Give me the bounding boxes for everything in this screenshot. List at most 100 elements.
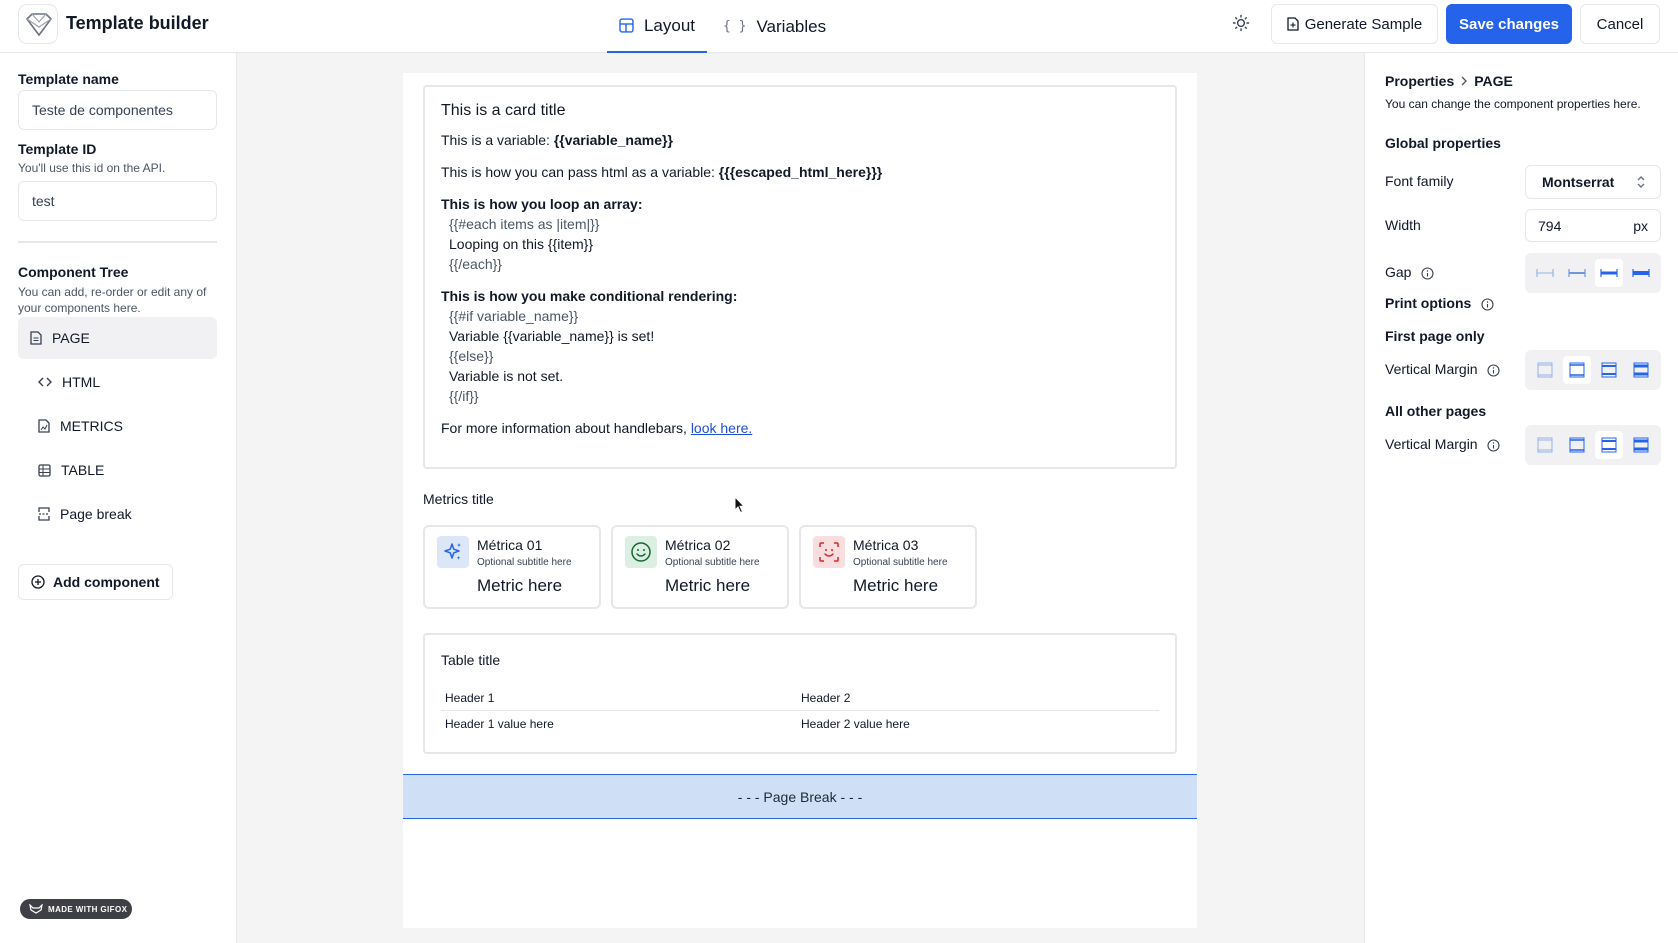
info-icon[interactable]	[1481, 298, 1494, 311]
margin-option[interactable]	[1627, 356, 1655, 384]
page-break-icon	[38, 507, 50, 521]
conditional-line: {{#if variable_name}}	[449, 308, 579, 324]
layout-icon	[619, 18, 634, 33]
tab-variables[interactable]: { } Variables	[711, 0, 838, 53]
table-cell: Header 2 value here	[801, 717, 910, 731]
margin-option[interactable]	[1595, 356, 1623, 384]
loop-line: {{/each}}	[449, 256, 502, 272]
metric-subtitle: Optional subtitle here	[665, 557, 760, 568]
tree-item-label: Page break	[60, 506, 132, 522]
metric-card[interactable]: Métrica 01 Optional subtitle here Metric…	[423, 525, 601, 609]
component-tree-title: Component Tree	[18, 264, 129, 280]
tree-item-metrics[interactable]: METRICS	[18, 405, 217, 447]
breadcrumb-root[interactable]: Properties	[1385, 73, 1454, 89]
metric-card[interactable]: Métrica 02 Optional subtitle here Metric…	[611, 525, 789, 609]
margin-option[interactable]	[1531, 356, 1559, 384]
margin-option-selected[interactable]	[1563, 356, 1591, 384]
plus-circle-icon	[31, 575, 45, 589]
tree-item-label: PAGE	[52, 330, 90, 346]
metric-value: Metric here	[665, 576, 751, 595]
gap-selector[interactable]	[1525, 253, 1661, 293]
tree-item-page[interactable]: PAGE	[18, 317, 217, 359]
page-break-component[interactable]: - - - Page Break - - -	[403, 774, 1197, 819]
chevron-up-down-icon	[1637, 176, 1645, 188]
other-pages-margin-selector[interactable]	[1525, 425, 1661, 465]
tree-item-page-break[interactable]: Page break	[18, 493, 217, 535]
variable-text: This is a variable:	[441, 132, 554, 148]
tab-layout[interactable]: Layout	[607, 0, 707, 53]
breadcrumb-current: PAGE	[1474, 73, 1513, 89]
code-icon	[38, 377, 52, 387]
braces-icon: { }	[723, 19, 747, 34]
width-unit: px	[1633, 217, 1648, 234]
table-divider	[441, 710, 1159, 711]
tree-item-table[interactable]: TABLE	[18, 449, 217, 491]
html-component-card[interactable]: This is a card title This is a variable:…	[423, 85, 1177, 469]
left-sidebar: Template name Teste de componentes Templ…	[0, 53, 237, 943]
handlebars-link[interactable]: look here.	[691, 420, 752, 436]
tree-item-html[interactable]: HTML	[18, 361, 217, 403]
template-id-input[interactable]: test	[18, 181, 217, 221]
info-icon[interactable]	[1487, 364, 1501, 377]
sparkles-icon	[437, 536, 469, 568]
made-with-gifox-badge: MADE WITH GIFOX	[20, 899, 132, 919]
info-icon[interactable]	[1487, 439, 1501, 452]
breadcrumb: Properties PAGE	[1385, 73, 1513, 89]
template-page[interactable]: This is a card title This is a variable:…	[403, 73, 1197, 928]
tree-item-label: METRICS	[60, 418, 123, 434]
sun-icon	[1232, 14, 1250, 32]
width-input[interactable]: 794 px	[1525, 209, 1661, 242]
metrics-title: Metrics title	[423, 491, 494, 507]
template-id-label: Template ID	[18, 141, 97, 157]
html-example: This is how you can pass html as a varia…	[441, 162, 1159, 182]
metric-subtitle: Optional subtitle here	[477, 557, 572, 568]
conditional-example: This is how you make conditional renderi…	[441, 286, 1159, 406]
vertical-margin-text: Vertical Margin	[1385, 436, 1478, 452]
first-page-title: First page only	[1385, 328, 1485, 344]
margin-option[interactable]	[1627, 431, 1655, 459]
tree-item-label: HTML	[62, 374, 101, 390]
vertical-margin-text: Vertical Margin	[1385, 361, 1478, 377]
gap-label-text: Gap	[1385, 264, 1412, 280]
properties-hint: You can change the component properties …	[1385, 97, 1641, 111]
table-component-card[interactable]: Table title Header 1 Header 2 Header 1 v…	[423, 633, 1177, 754]
card-title: This is a card title	[441, 102, 566, 119]
html-text: This is how you can pass html as a varia…	[441, 164, 719, 180]
print-options-title: Print options	[1385, 295, 1494, 311]
generate-sample-label: Generate Sample	[1304, 15, 1423, 33]
gap-option-selected[interactable]	[1595, 259, 1623, 287]
file-icon	[30, 331, 42, 345]
margin-option[interactable]	[1531, 431, 1559, 459]
top-bar: Template builder Layout { } Variables Ge…	[0, 0, 1678, 53]
print-options-text: Print options	[1385, 295, 1472, 311]
metric-card[interactable]: Métrica 03 Optional subtitle here Metric…	[799, 525, 977, 609]
metric-subtitle: Optional subtitle here	[853, 557, 948, 568]
gap-option[interactable]	[1627, 259, 1655, 287]
first-page-margin-selector[interactable]	[1525, 350, 1661, 390]
save-changes-button[interactable]: Save changes	[1446, 4, 1572, 44]
all-pages-title: All other pages	[1385, 403, 1487, 419]
cancel-button[interactable]: Cancel	[1580, 4, 1660, 44]
tab-variables-label: Variables	[756, 16, 827, 36]
file-icon	[1287, 17, 1299, 31]
template-name-input[interactable]: Teste de componentes	[18, 90, 217, 130]
font-family-select[interactable]: Montserrat	[1525, 165, 1661, 199]
chevron-right-icon	[1461, 76, 1468, 86]
info-icon[interactable]	[1421, 267, 1434, 280]
info-line: For more information about handlebars, l…	[441, 418, 1159, 438]
gap-option[interactable]	[1531, 259, 1559, 287]
vertical-margin-label: Vertical Margin	[1385, 361, 1501, 377]
theme-toggle[interactable]	[1232, 14, 1250, 32]
gap-option[interactable]	[1563, 259, 1591, 287]
metric-label: Métrica 03	[853, 537, 919, 553]
metric-label: Métrica 02	[665, 537, 731, 553]
generate-sample-button[interactable]: Generate Sample	[1271, 4, 1438, 44]
metrics-icon	[38, 419, 50, 433]
table-title: Table title	[441, 652, 501, 668]
loop-example: This is how you loop an array: {{#each i…	[441, 194, 1159, 274]
margin-option-selected[interactable]	[1595, 431, 1623, 459]
properties-panel: Properties PAGE You can change the compo…	[1364, 53, 1678, 943]
loop-line: {{#each items as |item|}}	[449, 216, 600, 232]
margin-option[interactable]	[1563, 431, 1591, 459]
add-component-button[interactable]: Add component	[18, 564, 173, 600]
